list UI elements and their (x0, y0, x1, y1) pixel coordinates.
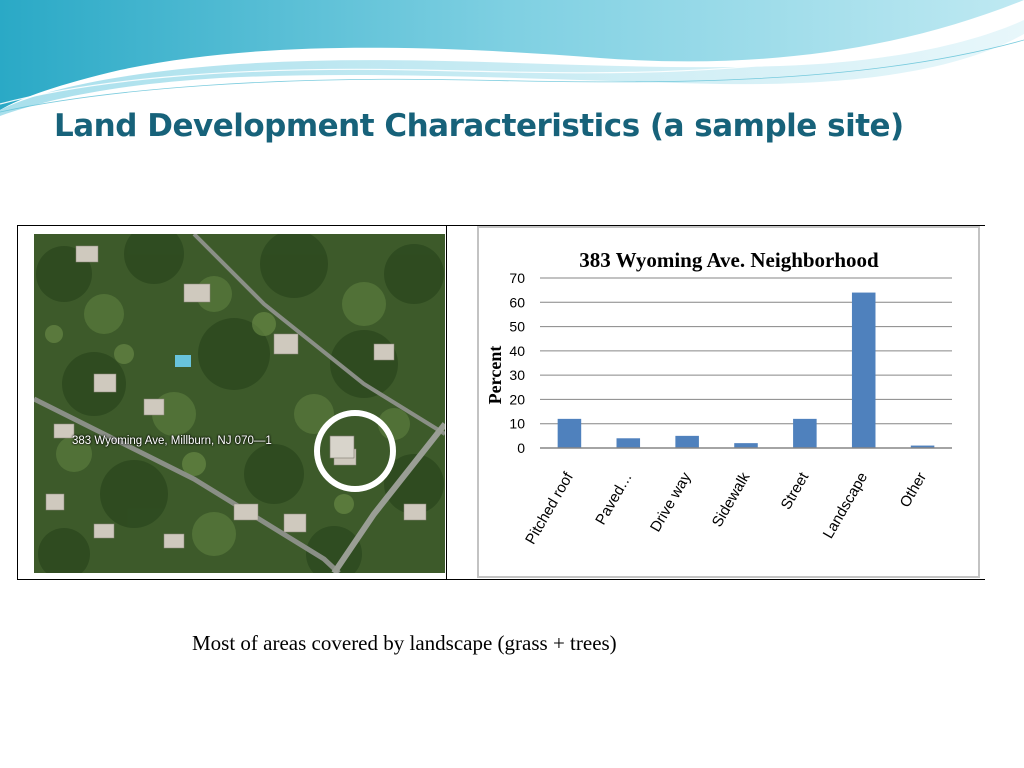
slide: Land Development Characteristics (a samp… (0, 0, 1024, 768)
y-tick-label: 60 (509, 294, 525, 310)
slide-caption: Most of areas covered by landscape (gras… (192, 631, 617, 655)
x-tick-label: Other (897, 469, 930, 510)
x-tick-label: Landscape (820, 470, 871, 542)
bar-chart: 383 Wyoming Ave. Neighborhood Percent 0 1… (485, 248, 952, 548)
bar (557, 418, 582, 448)
x-tick-label: Street (778, 469, 813, 513)
aerial-photo: 383 Wyoming Ave, Millburn, NJ 070—1 (34, 234, 445, 573)
gridlines (540, 277, 952, 425)
x-tick-labels: Pitched roof Paved… Drive way Sidewalk Stree… (522, 469, 930, 548)
y-axis-label: Percent (485, 346, 505, 405)
x-tick-label: Drive way (647, 469, 695, 535)
y-tick-label: 40 (509, 343, 525, 359)
y-tick-label: 20 (509, 391, 525, 407)
table-cell-divider (446, 225, 447, 580)
slide-title: Land Development Characteristics (a samp… (54, 108, 904, 144)
bar (616, 438, 641, 448)
bar (675, 435, 699, 448)
y-tick-label: 10 (509, 416, 525, 432)
aerial-photo-art (34, 234, 445, 573)
x-tick-label: Pitched roof (522, 469, 577, 548)
y-tick-label: 0 (517, 440, 525, 456)
x-tick-label: Paved… (592, 470, 635, 528)
wave-banner (0, 0, 1024, 116)
chart-title: 383 Wyoming Ave. Neighborhood (579, 248, 879, 272)
bars (557, 292, 935, 448)
x-tick-label: Sidewalk (709, 469, 754, 530)
y-tick-label: 70 (509, 270, 525, 286)
address-label: 383 Wyoming Ave, Millburn, NJ 070—1 (72, 435, 272, 447)
y-tick-labels: 0 10 20 30 40 50 60 70 (509, 270, 525, 456)
y-tick-label: 50 (509, 319, 525, 335)
y-tick-label: 30 (509, 367, 525, 383)
bar (793, 418, 817, 448)
bar (851, 292, 876, 448)
